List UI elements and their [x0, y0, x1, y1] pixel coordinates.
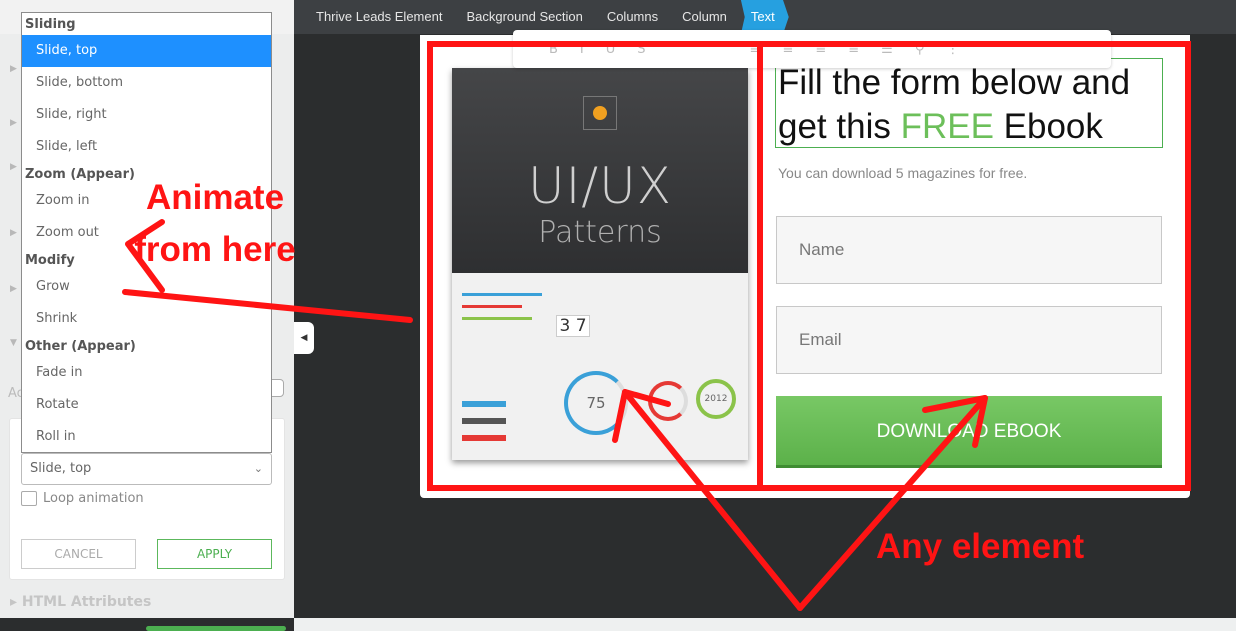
highlight-frame-right — [757, 41, 1191, 491]
animation-option[interactable]: Slide, bottom — [22, 67, 271, 99]
breadcrumb: Thrive Leads Element Background Section Co… — [294, 0, 1236, 34]
bottom-bar — [294, 618, 1236, 631]
option-group-label: Other (Appear) — [25, 339, 136, 354]
animation-option[interactable]: Shrink — [22, 303, 271, 335]
cancel-button[interactable]: CANCEL — [21, 539, 136, 569]
expand-icon[interactable]: ▶ — [10, 284, 17, 294]
checkbox[interactable] — [21, 491, 37, 506]
loop-animation-checkbox[interactable]: Loop animation — [21, 491, 144, 506]
animation-option[interactable]: Slide, top — [22, 35, 271, 67]
animation-option[interactable]: Roll in — [22, 421, 271, 453]
collapse-icon[interactable]: ▼ — [10, 338, 17, 348]
annotation-any-element: Any element — [876, 527, 1085, 566]
animation-option[interactable]: Fade in — [22, 357, 271, 389]
breadcrumb-item[interactable]: Column — [672, 0, 741, 34]
expand-icon[interactable]: ▶ — [10, 64, 17, 74]
breadcrumb-item[interactable]: Background Section — [456, 0, 596, 34]
annotation-animate: Animate from here — [134, 178, 296, 269]
animation-option[interactable]: Slide, left — [22, 131, 271, 163]
expand-icon[interactable]: ▶ — [10, 228, 17, 238]
expand-icon[interactable]: ▶ — [10, 118, 17, 128]
chevron-down-icon: ⌄ — [253, 462, 263, 475]
breadcrumb-item[interactable]: Text — [740, 0, 789, 34]
animation-option[interactable]: Slide, right — [22, 99, 271, 131]
html-attributes-section[interactable]: ▸ HTML Attributes — [10, 594, 151, 610]
breadcrumb-item[interactable]: Columns — [597, 0, 672, 34]
breadcrumb-item[interactable]: Thrive Leads Element — [306, 0, 456, 34]
apply-button[interactable]: APPLY — [157, 539, 272, 569]
collapse-panel-button[interactable]: ◀ — [294, 322, 314, 354]
animation-option[interactable]: Rotate — [22, 389, 271, 421]
save-button[interactable] — [146, 626, 286, 631]
animation-select[interactable]: Slide, top ⌄ — [21, 453, 272, 485]
highlight-frame-left — [427, 41, 763, 491]
option-group-label: Sliding — [25, 17, 76, 32]
expand-icon[interactable]: ▶ — [10, 162, 17, 172]
sidebar-panel: ▶ ▶ ▶ ▶ ▶ ▼ Ac Sliding Slide, top Slide, b… — [0, 0, 294, 618]
